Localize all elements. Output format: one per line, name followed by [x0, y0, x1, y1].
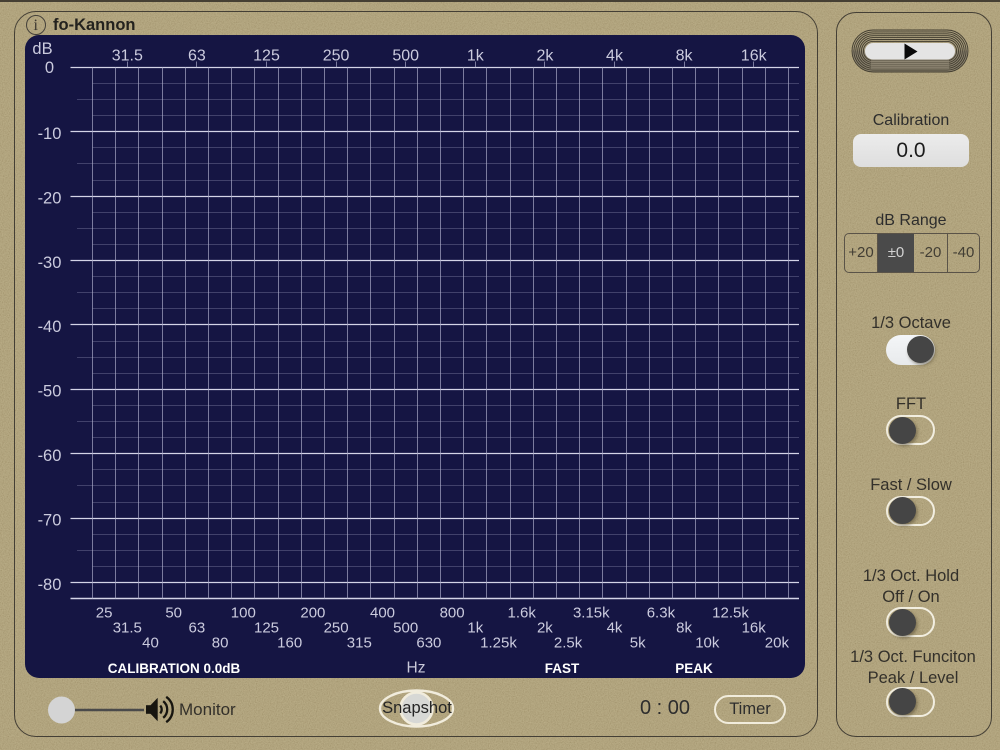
svg-text:-70: -70	[38, 511, 62, 529]
svg-text:10k: 10k	[695, 635, 720, 652]
svg-text:16k: 16k	[742, 620, 767, 637]
svg-text:-30: -30	[38, 254, 62, 272]
svg-text:125: 125	[254, 620, 279, 637]
svg-text:4k: 4k	[606, 48, 624, 65]
svg-text:PEAK: PEAK	[675, 661, 713, 676]
svg-text:250: 250	[324, 620, 349, 637]
svg-text:FAST: FAST	[545, 661, 580, 676]
svg-text:31.5: 31.5	[113, 620, 142, 637]
svg-text:63: 63	[189, 620, 206, 637]
svg-text:200: 200	[300, 605, 325, 622]
svg-text:-80: -80	[38, 576, 62, 594]
svg-text:6.3k: 6.3k	[647, 605, 676, 622]
svg-text:-10: -10	[38, 125, 62, 143]
svg-text:500: 500	[393, 620, 418, 637]
svg-text:100: 100	[231, 605, 256, 622]
svg-text:3.15k: 3.15k	[573, 605, 610, 622]
svg-text:400: 400	[370, 605, 395, 622]
svg-text:630: 630	[416, 635, 441, 652]
svg-text:8k: 8k	[676, 620, 692, 637]
svg-text:8k: 8k	[676, 48, 694, 65]
svg-text:25: 25	[96, 605, 113, 622]
svg-text:-50: -50	[38, 383, 62, 401]
svg-text:315: 315	[347, 635, 372, 652]
svg-text:CALIBRATION 0.0dB: CALIBRATION 0.0dB	[108, 661, 241, 676]
svg-text:-60: -60	[38, 447, 62, 465]
svg-text:80: 80	[212, 635, 229, 652]
svg-text:dB: dB	[32, 40, 52, 58]
svg-text:20k: 20k	[765, 635, 790, 652]
svg-text:40: 40	[142, 635, 159, 652]
svg-text:1.6k: 1.6k	[508, 605, 537, 622]
svg-text:16k: 16k	[741, 48, 768, 65]
svg-text:31.5: 31.5	[112, 48, 143, 65]
svg-text:2.5k: 2.5k	[554, 635, 583, 652]
svg-text:4k: 4k	[607, 620, 623, 637]
svg-text:-20: -20	[38, 189, 62, 207]
svg-text:-40: -40	[38, 318, 62, 336]
svg-text:50: 50	[165, 605, 182, 622]
svg-text:800: 800	[440, 605, 465, 622]
svg-text:2k: 2k	[537, 620, 553, 637]
svg-text:160: 160	[277, 635, 302, 652]
svg-text:63: 63	[188, 48, 206, 65]
svg-text:Hz: Hz	[407, 660, 426, 677]
svg-text:250: 250	[323, 48, 350, 65]
svg-text:1k: 1k	[467, 48, 485, 65]
svg-text:5k: 5k	[630, 635, 646, 652]
svg-text:1.25k: 1.25k	[480, 635, 517, 652]
svg-text:500: 500	[392, 48, 419, 65]
svg-text:2k: 2k	[536, 48, 554, 65]
svg-text:0: 0	[45, 59, 54, 77]
svg-text:125: 125	[253, 48, 280, 65]
